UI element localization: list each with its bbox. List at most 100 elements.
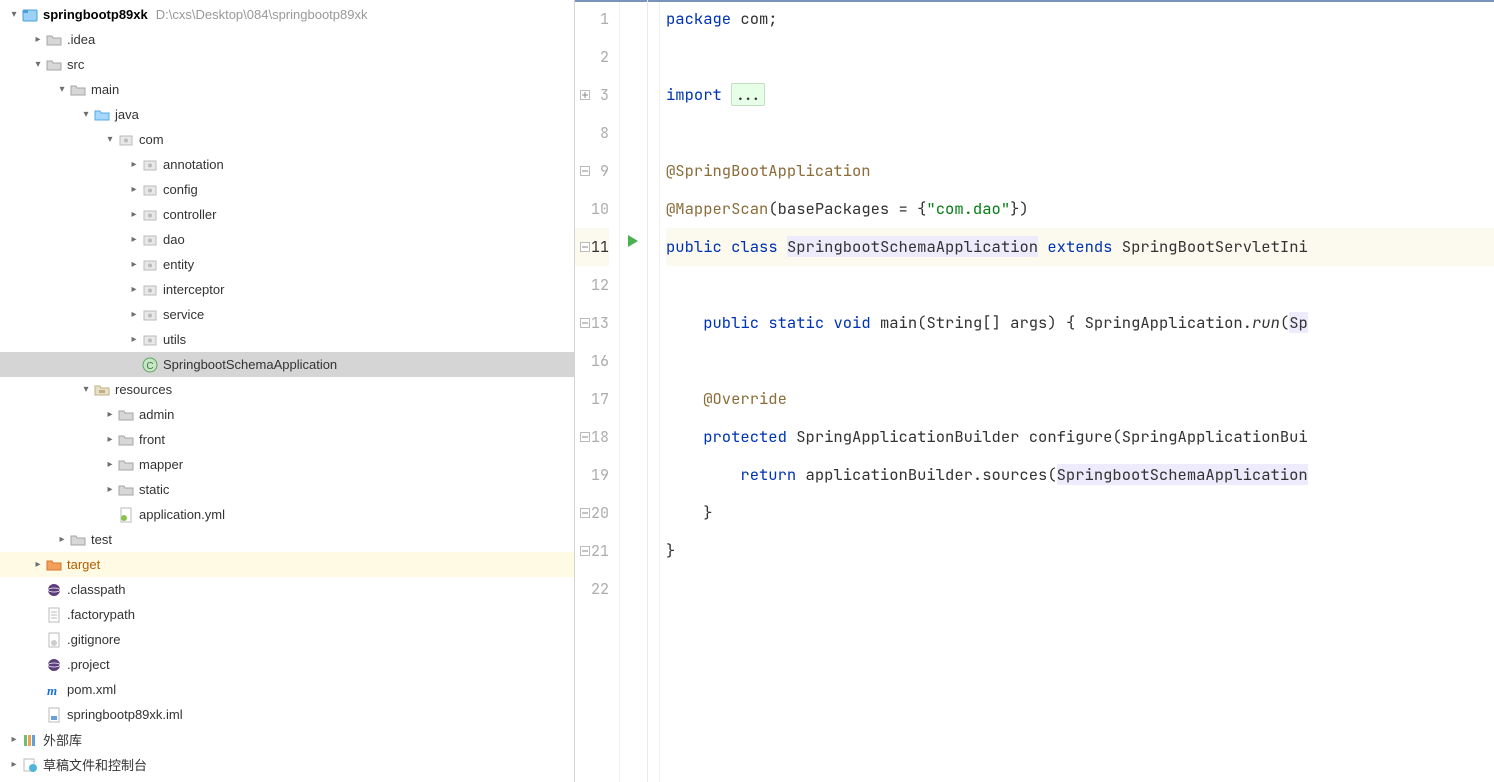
- tree-folder-java[interactable]: ▾ java: [0, 102, 574, 127]
- tree-package-dao[interactable]: ▸ dao: [0, 227, 574, 252]
- chevron-down-icon[interactable]: ▾: [78, 384, 94, 395]
- chevron-right-icon[interactable]: ▸: [102, 459, 118, 470]
- tree-folder-main[interactable]: ▾ main: [0, 77, 574, 102]
- chevron-right-icon[interactable]: ▸: [30, 559, 46, 570]
- tree-file-classpath[interactable]: .classpath: [0, 577, 574, 602]
- code-line[interactable]: }: [666, 494, 1494, 532]
- tree-file-pom[interactable]: m pom.xml: [0, 677, 574, 702]
- tree-package-entity[interactable]: ▸ entity: [0, 252, 574, 277]
- excluded-folder-icon: [46, 557, 62, 573]
- code-line[interactable]: [666, 38, 1494, 76]
- tree-external-libraries[interactable]: ▸ 外部库: [0, 727, 574, 752]
- package-icon: [142, 332, 158, 348]
- code-line[interactable]: protected SpringApplicationBuilder confi…: [666, 418, 1494, 456]
- chevron-right-icon[interactable]: ▸: [54, 534, 70, 545]
- tree-package-utils[interactable]: ▸ utils: [0, 327, 574, 352]
- tree-scratches[interactable]: ▸ 草稿文件和控制台: [0, 752, 574, 777]
- tree-folder-src[interactable]: ▾ src: [0, 52, 574, 77]
- fold-collapse-icon[interactable]: [575, 494, 595, 532]
- tree-package-config[interactable]: ▸ config: [0, 177, 574, 202]
- package-icon: [142, 232, 158, 248]
- tree-file-iml[interactable]: springbootp89xk.iml: [0, 702, 574, 727]
- chevron-down-icon[interactable]: ▾: [6, 9, 22, 20]
- chevron-right-icon[interactable]: ▸: [102, 434, 118, 445]
- chevron-right-icon[interactable]: ▸: [6, 759, 22, 770]
- code-area[interactable]: package com; import ... @SpringBootAppli…: [660, 0, 1494, 782]
- text-file-icon: [46, 607, 62, 623]
- tree-package-interceptor[interactable]: ▸ interceptor: [0, 277, 574, 302]
- code-line[interactable]: }: [666, 532, 1494, 570]
- fold-gutter[interactable]: [648, 0, 660, 782]
- chevron-down-icon[interactable]: ▾: [54, 84, 70, 95]
- project-tree[interactable]: ▾ springbootp89xk D:\cxs\Desktop\084\spr…: [0, 0, 574, 777]
- code-line[interactable]: @MapperScan(basePackages = {"com.dao"}): [666, 190, 1494, 228]
- code-line-current[interactable]: public class SpringbootSchemaApplication…: [666, 228, 1494, 266]
- scratches-icon: [22, 757, 38, 773]
- code-line[interactable]: [666, 266, 1494, 304]
- tree-folder-target[interactable]: ▸ target: [0, 552, 574, 577]
- chevron-right-icon[interactable]: ▸: [126, 209, 142, 220]
- tree-package-annotation[interactable]: ▸ annotation: [0, 152, 574, 177]
- tree-file-gitignore[interactable]: .gitignore: [0, 627, 574, 652]
- folder-icon: [70, 82, 86, 98]
- chevron-down-icon[interactable]: ▾: [78, 109, 94, 120]
- chevron-right-icon[interactable]: ▸: [102, 484, 118, 495]
- library-icon: [22, 732, 38, 748]
- module-icon: [22, 7, 38, 23]
- tree-package-service[interactable]: ▸ service: [0, 302, 574, 327]
- run-icon[interactable]: [626, 234, 640, 248]
- code-line[interactable]: [666, 342, 1494, 380]
- chevron-right-icon[interactable]: ▸: [126, 159, 142, 170]
- chevron-right-icon[interactable]: ▸: [102, 409, 118, 420]
- chevron-right-icon[interactable]: ▸: [30, 34, 46, 45]
- chevron-down-icon[interactable]: ▾: [102, 134, 118, 145]
- chevron-right-icon[interactable]: ▸: [126, 234, 142, 245]
- fold-expand-icon[interactable]: [575, 76, 595, 114]
- fold-collapse-icon[interactable]: [575, 228, 595, 266]
- tree-folder-test[interactable]: ▸ test: [0, 527, 574, 552]
- code-line[interactable]: [666, 570, 1494, 608]
- chevron-right-icon[interactable]: ▸: [126, 284, 142, 295]
- code-line[interactable]: @SpringBootApplication: [666, 152, 1494, 190]
- project-tree-panel[interactable]: ▾ springbootp89xk D:\cxs\Desktop\084\spr…: [0, 0, 575, 782]
- code-line[interactable]: [666, 114, 1494, 152]
- java-class-icon: C: [142, 357, 158, 373]
- tree-folder-mapper[interactable]: ▸ mapper: [0, 452, 574, 477]
- folder-icon: [118, 482, 134, 498]
- code-line[interactable]: package com;: [666, 0, 1494, 38]
- code-editor[interactable]: 1 2 3 8 9 10 11 12 13 16 17 18 19 20 21 …: [575, 0, 1494, 782]
- package-icon: [142, 207, 158, 223]
- tree-folder-static[interactable]: ▸ static: [0, 477, 574, 502]
- package-icon: [142, 282, 158, 298]
- tree-package-controller[interactable]: ▸ controller: [0, 202, 574, 227]
- tree-root[interactable]: ▾ springbootp89xk D:\cxs\Desktop\084\spr…: [0, 2, 574, 27]
- line-number-gutter[interactable]: 1 2 3 8 9 10 11 12 13 16 17 18 19 20 21 …: [575, 0, 620, 782]
- code-line[interactable]: import ...: [666, 76, 1494, 114]
- code-line[interactable]: public static void main(String[] args) {…: [666, 304, 1494, 342]
- gutter-icons[interactable]: [620, 0, 648, 782]
- tree-package-com[interactable]: ▾ com: [0, 127, 574, 152]
- fold-collapse-icon[interactable]: [575, 532, 595, 570]
- fold-collapse-icon[interactable]: [575, 304, 595, 342]
- tree-file-application-yml[interactable]: application.yml: [0, 502, 574, 527]
- tree-folder-idea[interactable]: ▸ .idea: [0, 27, 574, 52]
- fold-collapse-icon[interactable]: [575, 418, 595, 456]
- chevron-right-icon[interactable]: ▸: [126, 184, 142, 195]
- chevron-right-icon[interactable]: ▸: [126, 259, 142, 270]
- fold-collapse-icon[interactable]: [575, 152, 595, 190]
- source-folder-icon: [94, 107, 110, 123]
- chevron-right-icon[interactable]: ▸: [126, 309, 142, 320]
- chevron-right-icon[interactable]: ▸: [6, 734, 22, 745]
- tree-folder-admin[interactable]: ▸ admin: [0, 402, 574, 427]
- chevron-right-icon[interactable]: ▸: [126, 334, 142, 345]
- chevron-down-icon[interactable]: ▾: [30, 59, 46, 70]
- folded-imports[interactable]: ...: [731, 83, 765, 106]
- code-line[interactable]: return applicationBuilder.sources(Spring…: [666, 456, 1494, 494]
- tree-file-factorypath[interactable]: .factorypath: [0, 602, 574, 627]
- tree-class-springbootschemaapplication[interactable]: C SpringbootSchemaApplication: [0, 352, 574, 377]
- folder-icon: [118, 407, 134, 423]
- tree-folder-front[interactable]: ▸ front: [0, 427, 574, 452]
- tree-folder-resources[interactable]: ▾ resources: [0, 377, 574, 402]
- code-line[interactable]: @Override: [666, 380, 1494, 418]
- tree-file-project[interactable]: .project: [0, 652, 574, 677]
